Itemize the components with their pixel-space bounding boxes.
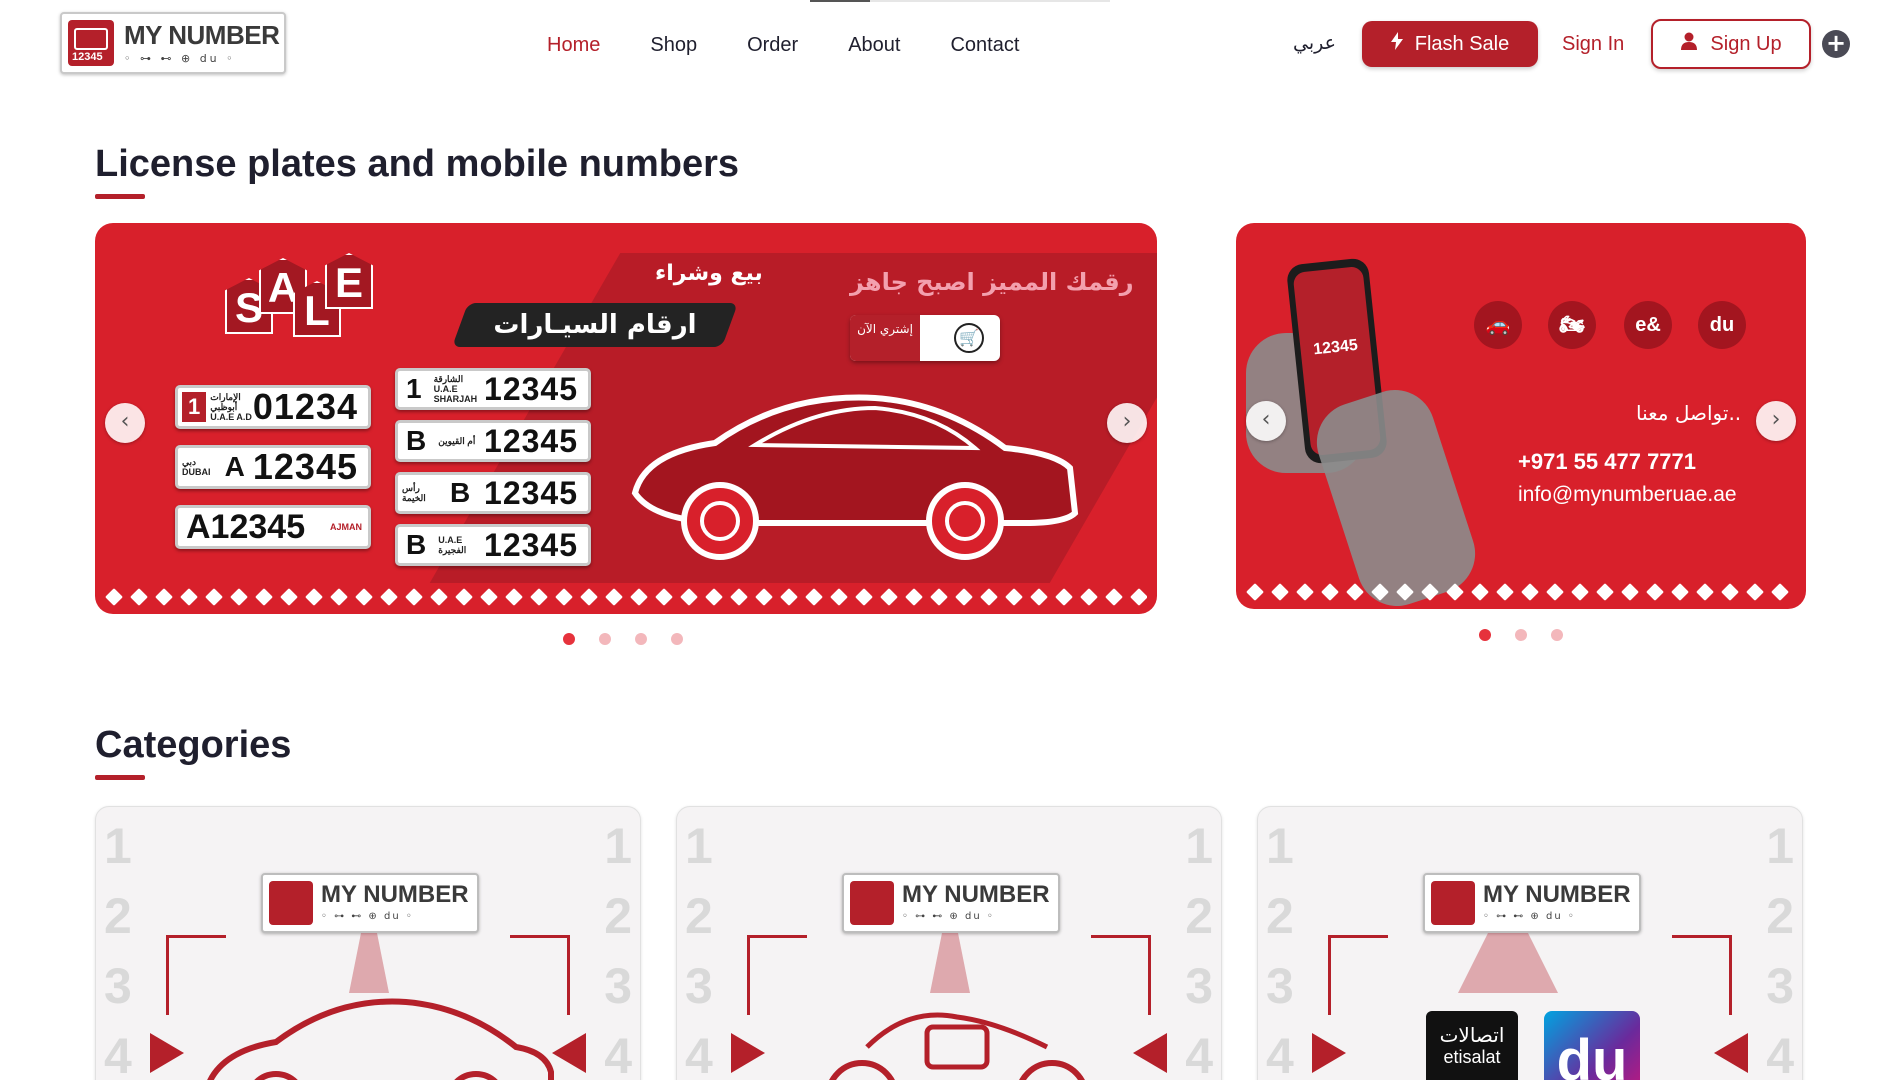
carousel-dot-2[interactable] xyxy=(599,633,611,645)
car-icon xyxy=(207,998,554,1080)
side-carousel-dots xyxy=(1479,629,1563,641)
logo-mark: 12345 xyxy=(68,20,114,66)
language-toggle[interactable]: عربي xyxy=(1293,32,1336,54)
contact-us-label: تواصل معنا.. xyxy=(1636,401,1742,425)
sign-up-label: Sign Up xyxy=(1710,32,1782,55)
logo-text: MY NUMBER xyxy=(124,20,280,50)
car-illustration xyxy=(631,394,1079,560)
nav-about[interactable]: About xyxy=(848,34,900,57)
user-icon xyxy=(1680,32,1698,56)
carousel-prev-button[interactable]: ‹ xyxy=(105,403,145,443)
logo-icons-row: ◦ ⊶ ⊷ ⊕ du ◦ xyxy=(124,52,236,65)
buy-now-label: إشتري الآن xyxy=(850,315,920,361)
etisalat-logo: اتصالات etisalat xyxy=(1426,1011,1518,1080)
plus-circle-icon[interactable]: + xyxy=(1822,30,1850,58)
sign-in-link[interactable]: Sign In xyxy=(1562,33,1624,56)
category-card-cars[interactable]: 1234 1234 MY NUMBER ◦ ⊶ ⊷ ⊕ du ◦ xyxy=(95,806,641,1080)
plate-sharjah: 1 الشارقة U.A.E SHARJAH 12345 xyxy=(395,368,591,410)
category-right-arrow-icon xyxy=(1133,1033,1167,1073)
side-banner-diamond-pattern xyxy=(1246,583,1796,601)
plate-abudhabi: 1 الإمارات أبوظبي U.A.E A.D 01234 xyxy=(175,385,371,429)
buy-now-button[interactable]: إشتري الآن 🛒 xyxy=(850,315,1000,361)
contact-phone: +971 55 477 7771 xyxy=(1518,449,1697,474)
site-header: 12345 MY NUMBER ◦ ⊶ ⊷ ⊕ du ◦ Home Shop O… xyxy=(0,0,1898,90)
motorbike-icon: 🏍 xyxy=(1548,301,1596,349)
nav-order[interactable]: Order xyxy=(747,34,798,57)
side-carousel-dot-1[interactable] xyxy=(1479,629,1491,641)
plate-rasalkhaimah: رأس الخيمة B 12345 xyxy=(395,472,591,514)
category-left-arrow-icon xyxy=(150,1033,184,1073)
categories-title: Categories xyxy=(95,724,292,766)
carousel-dot-3[interactable] xyxy=(635,633,647,645)
buy-sell-text: بيع وشراء xyxy=(655,261,763,286)
flash-sale-label: Flash Sale xyxy=(1414,32,1510,55)
cart-icon: 🛒 xyxy=(954,323,984,353)
category-left-arrow-icon xyxy=(731,1033,765,1073)
side-carousel-next-button[interactable]: › xyxy=(1756,401,1796,441)
site-logo[interactable]: 12345 MY NUMBER ◦ ⊶ ⊷ ⊕ du ◦ xyxy=(60,12,286,74)
hero-title: License plates and mobile numbers xyxy=(95,143,740,185)
side-carousel-dot-2[interactable] xyxy=(1515,629,1527,641)
motorbike-icon xyxy=(829,1012,1085,1080)
category-logo: MY NUMBER ◦ ⊶ ⊷ ⊕ du ◦ xyxy=(842,873,1060,933)
du-icon: du xyxy=(1698,301,1746,349)
nav-shop[interactable]: Shop xyxy=(650,34,697,57)
side-carousel-prev-button[interactable]: ‹ xyxy=(1246,401,1286,441)
category-logo: MY NUMBER ◦ ⊶ ⊷ ⊕ du ◦ xyxy=(261,873,479,933)
du-logo: du xyxy=(1544,1011,1640,1080)
carousel-dot-4[interactable] xyxy=(671,633,683,645)
carousel-next-button[interactable]: › xyxy=(1107,403,1147,443)
contact-email: info@mynumberuae.ae xyxy=(1518,483,1737,506)
category-right-arrow-icon xyxy=(552,1033,586,1073)
nav-contact[interactable]: Contact xyxy=(950,34,1019,57)
category-right-arrow-icon xyxy=(1714,1033,1748,1073)
carousel-dot-1[interactable] xyxy=(563,633,575,645)
etisalat-icon: e& xyxy=(1624,301,1672,349)
category-left-arrow-icon xyxy=(1312,1033,1346,1073)
flash-sale-button[interactable]: Flash Sale xyxy=(1362,21,1538,67)
nav-home[interactable]: Home xyxy=(547,34,600,57)
hero-carousel-side[interactable]: 12345 🚗 🏍 e& du تواصل معنا.. +971 55 477… xyxy=(1236,223,1806,609)
categories-title-underline xyxy=(95,775,145,780)
main-nav: Home Shop Order About Contact xyxy=(547,34,1069,57)
hero-title-underline xyxy=(95,194,145,199)
sale-tag-e: E xyxy=(325,253,373,309)
headline-text: رقمك المميز اصبح جاهز xyxy=(850,268,1134,296)
lightning-icon xyxy=(1390,32,1403,56)
plate-fujairah: B U.A.E الفجيرة 12345 xyxy=(395,524,591,566)
sign-up-button[interactable]: Sign Up xyxy=(1651,19,1811,69)
plate-ajman: A12345 AJMAN xyxy=(175,505,371,549)
category-logo: MY NUMBER ◦ ⊶ ⊷ ⊕ du ◦ xyxy=(1423,873,1641,933)
plate-ummalquwain: B أم القيوين 12345 xyxy=(395,420,591,462)
side-carousel-dot-3[interactable] xyxy=(1551,629,1563,641)
hand-graphic-right xyxy=(1306,379,1486,609)
main-carousel-dots xyxy=(563,633,683,645)
category-card-motorbikes[interactable]: 1234 1234 MY NUMBER ◦ ⊶ ⊷ ⊕ du ◦ xyxy=(676,806,1222,1080)
plate-dubai: دبي DUBAI A 12345 xyxy=(175,445,371,489)
category-card-mobile-numbers[interactable]: 1234 1234 MY NUMBER ◦ ⊶ ⊷ ⊕ du ◦ اتصالات … xyxy=(1257,806,1803,1080)
hero-carousel-main[interactable]: S A L E بيع وشراء ارقام السيـارات رقمك ا… xyxy=(95,223,1157,614)
banner-diamond-pattern xyxy=(105,588,1147,606)
car-icon: 🚗 xyxy=(1474,301,1522,349)
car-numbers-ribbon: ارقام السيـارات xyxy=(451,303,739,347)
